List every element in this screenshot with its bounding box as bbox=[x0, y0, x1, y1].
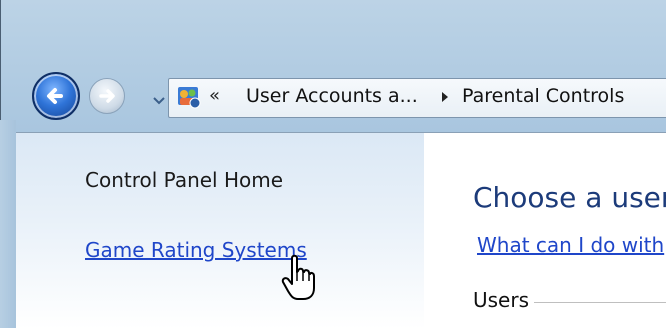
forward-arrow-icon bbox=[99, 89, 115, 103]
hand-cursor-icon bbox=[281, 254, 315, 300]
sidebar-link-game-rating-systems[interactable]: Game Rating Systems bbox=[85, 238, 307, 262]
control-panel-icon bbox=[176, 84, 202, 110]
breadcrumb-user-accounts[interactable]: User Accounts a... bbox=[246, 85, 418, 107]
address-overflow-chevrons[interactable]: « bbox=[209, 85, 220, 106]
users-section-label: Users bbox=[473, 288, 530, 312]
recent-pages-dropdown[interactable] bbox=[152, 91, 166, 105]
chevron-down-icon bbox=[153, 97, 165, 105]
window-frame-left-edge bbox=[0, 120, 16, 328]
address-bar[interactable]: « User Accounts a... Parental Controls bbox=[168, 78, 666, 118]
breadcrumb-parental-controls[interactable]: Parental Controls bbox=[462, 85, 624, 107]
navigation-toolbar: « User Accounts a... Parental Controls bbox=[16, 68, 666, 124]
back-arrow-icon bbox=[47, 88, 63, 104]
back-button[interactable] bbox=[32, 72, 80, 120]
sidebar-item-control-panel-home[interactable]: Control Panel Home bbox=[85, 168, 283, 192]
page-title: Choose a user bbox=[473, 181, 666, 214]
content-area: Control Panel Home Game Rating Systems bbox=[16, 132, 666, 329]
sidebar: Control Panel Home Game Rating Systems bbox=[16, 133, 424, 329]
users-section-divider bbox=[534, 302, 666, 303]
forward-button[interactable] bbox=[89, 78, 125, 114]
help-link[interactable]: What can I do with bbox=[477, 233, 664, 257]
chevron-right-icon[interactable] bbox=[440, 90, 450, 104]
